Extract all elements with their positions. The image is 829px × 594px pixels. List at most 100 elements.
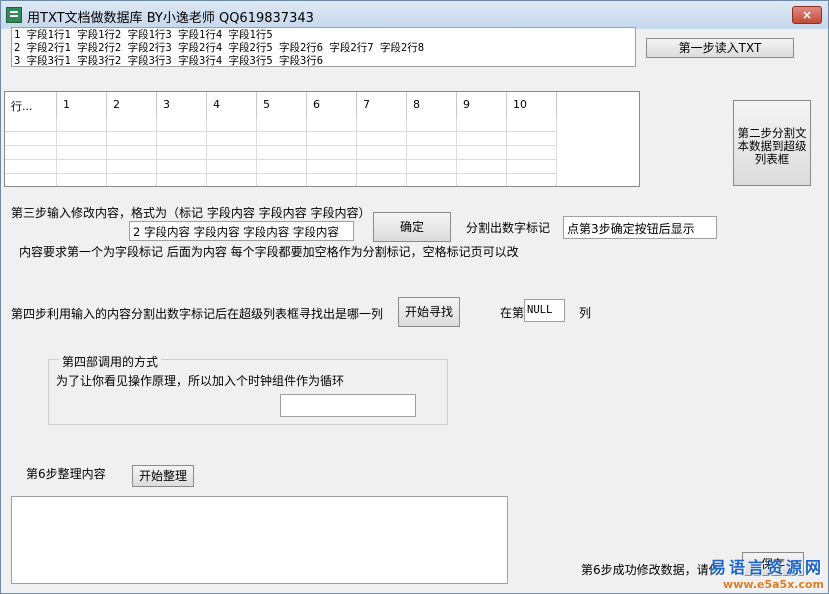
watermark-url: www.e5a5x.com [723,578,824,591]
grid-header-cell[interactable]: 4 [207,92,257,118]
step3-instruction: 第三步输入修改内容，格式为（标记 字段内容 字段内容 字段内容） [11,206,371,220]
grid-header-cell[interactable]: 3 [157,92,207,118]
grid-cell[interactable] [157,146,207,160]
grid-cell[interactable] [407,174,457,186]
grid-header-cell[interactable]: 8 [407,92,457,118]
grid-cell[interactable] [507,146,557,160]
step6-text: 第6步成功修改数据，请保 [581,563,721,577]
grid-cell[interactable] [257,118,307,132]
split-to-grid-button[interactable]: 第二步分割文本数据到超级列表框 [733,100,811,186]
split-marker-output: 点第3步确定按钮后显示 [563,216,717,239]
grid-cell[interactable] [457,174,507,186]
read-txt-button[interactable]: 第一步读入TXT [646,38,794,58]
grid-cell[interactable] [507,160,557,174]
grid-cell[interactable] [107,118,157,132]
split-to-grid-label: 第二步分割文本数据到超级列表框 [737,126,807,166]
grid-header-cell[interactable]: 7 [357,92,407,118]
grid-cell[interactable] [357,160,407,174]
txt-line: 2 字段2行1 字段2行2 字段2行3 字段2行4 字段2行5 字段2行6 字段… [14,42,425,54]
organized-content-textarea[interactable] [11,496,508,584]
grid-cell[interactable] [457,146,507,160]
start-organize-button[interactable]: 开始整理 [132,465,194,487]
grid-cell[interactable] [5,118,57,132]
grid-cell[interactable] [107,174,157,186]
split-marker-label: 分割出数字标记 [466,221,551,235]
step5-label: 第6步整理内容 [26,467,106,481]
grid-cell[interactable] [157,160,207,174]
grid-cell[interactable] [307,118,357,132]
app-window: 用TXT文档做数据库 BY小逸老师 QQ619837343 × 1 字段1行1 … [0,0,829,594]
timer-field[interactable] [280,394,416,417]
start-search-button[interactable]: 开始寻找 [398,297,460,327]
grid-cell[interactable] [407,146,457,160]
grid-cell[interactable] [107,146,157,160]
grid-cell[interactable] [257,132,307,146]
modify-input[interactable]: 2 字段内容 字段内容 字段内容 字段内容 [129,221,354,241]
watermark-title: 易语言资源网 [709,558,824,577]
grid-cell[interactable] [457,160,507,174]
confirm-button[interactable]: 确定 [373,212,451,242]
step3-note: 内容要求第一个为字段标记 后面为内容 每个字段都要加空格作为分割标记，空格标记页… [19,245,519,259]
grid-cell[interactable] [207,146,257,160]
grid-cell[interactable] [357,132,407,146]
grid-cell[interactable] [407,160,457,174]
site-watermark: 易语言资源网 www.e5a5x.com [710,554,824,591]
app-icon [6,7,22,23]
grid-cell[interactable] [5,132,57,146]
grid-cell[interactable] [57,174,107,186]
grid-header-cell[interactable]: 2 [107,92,157,118]
grid-header-cell[interactable]: 5 [257,92,307,118]
grid-cell[interactable] [307,146,357,160]
grid-cell[interactable] [57,160,107,174]
super-list-grid[interactable]: 行... 1 2 3 4 5 6 7 8 9 10 [4,91,640,187]
grid-header-cell[interactable]: 9 [457,92,507,118]
grid-cell[interactable] [207,118,257,132]
grid-cell[interactable] [257,160,307,174]
grid-cell[interactable] [257,174,307,186]
close-button[interactable]: × [792,6,822,24]
window-title: 用TXT文档做数据库 BY小逸老师 QQ619837343 [27,11,314,26]
grid-cell[interactable] [307,132,357,146]
grid-cell[interactable] [507,118,557,132]
grid-cell[interactable] [207,160,257,174]
grid-cell[interactable] [157,118,207,132]
grid-cell[interactable] [307,160,357,174]
step4-instruction: 第四步利用输入的内容分割出数字标记后在超级列表框寻找出是哪一列 [11,307,384,321]
grid-header-cell[interactable]: 6 [307,92,357,118]
grid-cell[interactable] [357,146,407,160]
grid-cell[interactable] [407,118,457,132]
grid-cell[interactable] [107,132,157,146]
timer-group-text: 为了让你看见操作原理，所以加入个时钟组件作为循环 [56,374,345,388]
grid-header-cell[interactable]: 10 [507,92,557,118]
column-suffix-label: 列 [579,306,592,320]
txt-line: 3 字段3行1 字段3行2 字段3行3 字段3行4 字段3行5 字段3行6 [14,55,324,67]
grid-cell[interactable] [507,174,557,186]
timer-group-title: 第四部调用的方式 [59,353,162,370]
grid-cell[interactable] [5,160,57,174]
grid-cell[interactable] [307,174,357,186]
grid-cell[interactable] [5,146,57,160]
title-bar: 用TXT文档做数据库 BY小逸老师 QQ619837343 × [1,1,828,29]
grid-cell[interactable] [207,132,257,146]
grid-cell[interactable] [207,174,257,186]
grid-cell[interactable] [357,174,407,186]
grid-cell[interactable] [57,118,107,132]
grid-cell[interactable] [57,132,107,146]
grid-cell[interactable] [357,118,407,132]
txt-line: 1 字段1行1 字段1行2 字段1行3 字段1行4 字段1行5 [14,29,273,41]
grid-cell[interactable] [407,132,457,146]
grid-cell[interactable] [107,160,157,174]
column-result-field: NULL [524,299,565,322]
grid-cell[interactable] [457,118,507,132]
grid-cell[interactable] [5,174,57,186]
grid-header-cell[interactable]: 行... [5,92,57,118]
grid-cell[interactable] [507,132,557,146]
grid-header-cell[interactable]: 1 [57,92,107,118]
grid-cell[interactable] [157,174,207,186]
txt-content-box[interactable]: 1 字段1行1 字段1行2 字段1行3 字段1行4 字段1行5 2 字段2行1 … [11,27,636,67]
at-column-label: 在第 [500,306,525,320]
grid-cell[interactable] [157,132,207,146]
grid-cell[interactable] [257,146,307,160]
grid-cell[interactable] [457,132,507,146]
grid-cell[interactable] [57,146,107,160]
